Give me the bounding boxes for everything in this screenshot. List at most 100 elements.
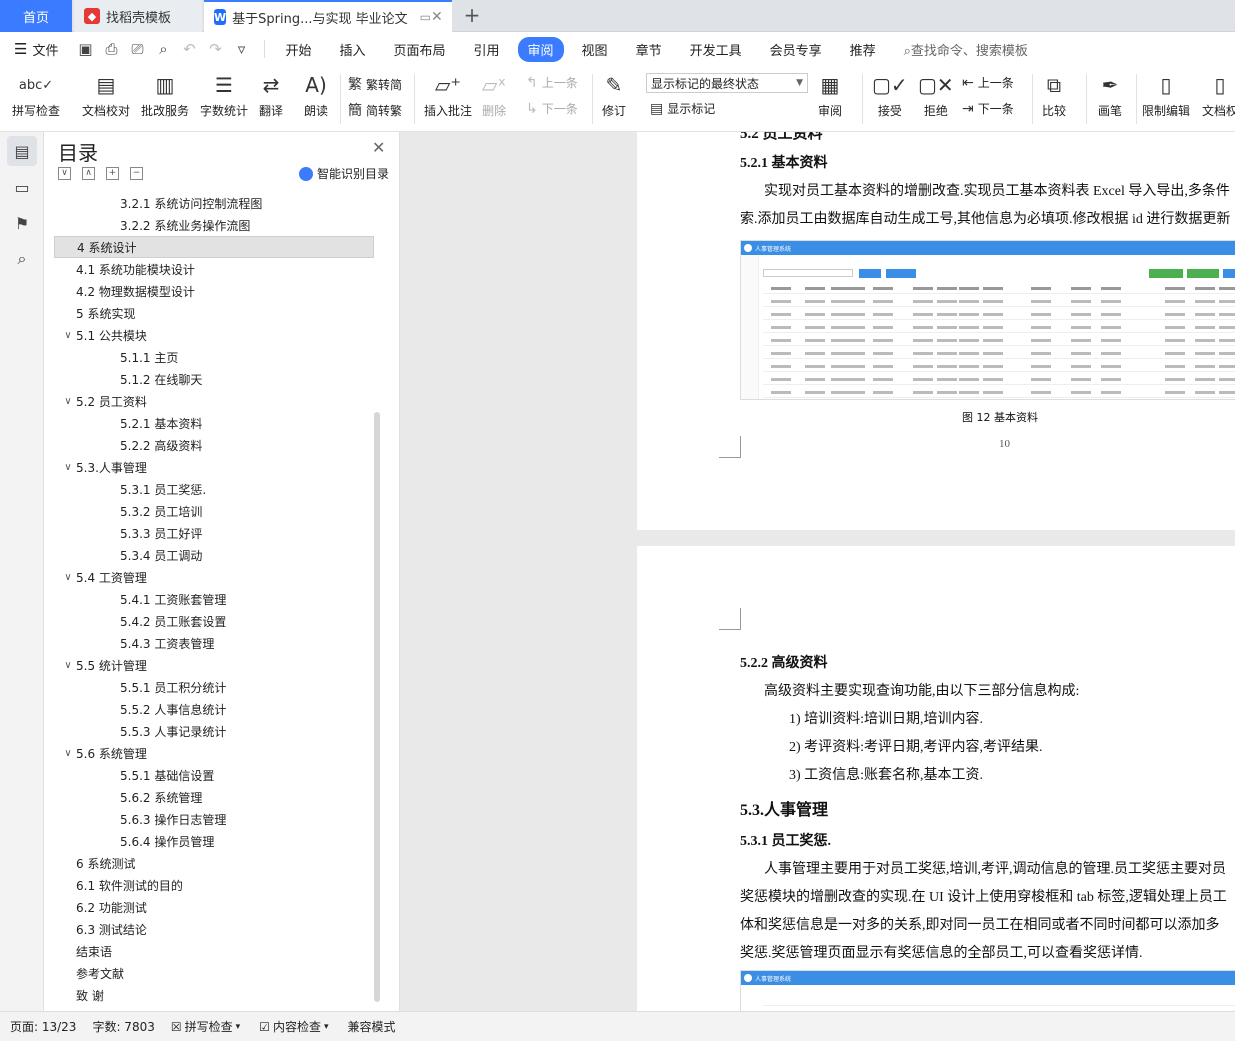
accept-button[interactable]: ▢✓ 接受 [872,70,908,119]
compare-button[interactable]: ⧉ 比较 [1042,70,1066,119]
chapter-nav-icon[interactable]: ▭ [7,172,37,202]
toc-item[interactable]: 5.4.2 员工账套设置 [54,610,374,632]
redo-icon[interactable]: ↷ [206,40,224,58]
document-page[interactable]: 5.2 员工资料 5.2.1 基本资料 实现对员工基本资料的增删改查.实现员工基… [637,132,1235,530]
toc-item[interactable]: 6 系统测试 [54,852,374,874]
to-traditional-button[interactable]: 繁繁转简 [348,74,402,94]
print-preview-icon[interactable]: ⌕ [154,40,172,58]
toc-item[interactable]: ∨ 5.5 统计管理 [54,654,374,676]
menu-home[interactable]: 开始 [275,37,321,62]
word-count-button[interactable]: ☰ 字数统计 [200,70,248,119]
close-icon[interactable]: ✕ [431,9,443,25]
toc-item[interactable]: 致 谢 [54,984,374,1004]
menu-view[interactable]: 视图 [572,37,618,62]
chevron-down-icon[interactable]: ∨ [62,660,74,671]
review-service-button[interactable]: ▥ 批改服务 [141,70,189,119]
toc-item[interactable]: 6.2 功能测试 [54,896,374,918]
toc-item[interactable]: 5 系统实现 [54,302,374,324]
toc-item[interactable]: 4.1 系统功能模块设计 [54,258,374,280]
toc-item[interactable]: 5.6.4 操作员管理 [54,830,374,852]
document-page[interactable]: 5.2.2 高级资料 高级资料主要实现查询功能,由以下三部分信息构成: 1) 培… [637,546,1235,1011]
spellcheck-button[interactable]: abc✓ 拼写检查 [12,70,60,119]
menu-references[interactable]: 引用 [464,37,510,62]
document-canvas[interactable]: 5.2 员工资料 5.2.1 基本资料 实现对员工基本资料的增删改查.实现员工基… [400,132,1235,1011]
ink-button[interactable]: ✒ 画笔 [1098,70,1122,119]
menu-member[interactable]: 会员专享 [760,37,832,62]
chevron-down-icon[interactable]: ∨ [62,396,74,407]
toc-item[interactable]: 5.2.2 高级资料 [54,434,374,456]
markup-state-select[interactable]: 显示标记的最终状态 ▼ [646,73,808,93]
toc-item[interactable]: 5.6.2 系统管理 [54,786,374,808]
export-pdf-icon[interactable]: ⎙ [102,40,120,58]
toc-item[interactable]: ∨ 5.3.人事管理 [54,456,374,478]
toc-item[interactable]: 参考文献 [54,962,374,984]
restrict-edit-button[interactable]: ▯ 限制编辑 [1142,70,1190,119]
toc-item[interactable]: 5.5.2 人事信息统计 [54,698,374,720]
review-pane-button[interactable]: ▦ 审阅 [818,70,842,119]
toc-item[interactable]: 5.5.3 人事记录统计 [54,720,374,742]
prev-comment-button[interactable]: ↰ 上一条 [526,74,578,91]
smart-toc-button[interactable]: 智能识别目录 [299,165,389,182]
toc-item[interactable]: 4.2 物理数据模型设计 [54,280,374,302]
next-comment-button[interactable]: ↳ 下一条 [526,100,578,117]
toc-item[interactable]: 6.3 测试结论 [54,918,374,940]
tab-home[interactable]: 首页 [0,0,72,32]
toc-item[interactable]: 5.3.3 员工好评 [54,522,374,544]
toc-item[interactable]: 3.2.1 系统访问控制流程图 [54,192,374,214]
print-icon[interactable]: ⎚ [128,40,146,58]
collapse-all-icon[interactable]: ∨ [58,167,71,180]
undo-icon[interactable]: ↶ [180,40,198,58]
delete-comment-button[interactable]: ▱ˣ 删除 [482,70,506,119]
toc-item[interactable]: 5.2.1 基本资料 [54,412,374,434]
toc-item[interactable]: 5.6.3 操作日志管理 [54,808,374,830]
menu-review[interactable]: 审阅 [517,36,564,62]
add-heading-icon[interactable]: + [106,167,119,180]
word-count-indicator[interactable]: 字数: 7803 [92,1018,154,1035]
toc-item[interactable]: 5.1.1 主页 [54,346,374,368]
close-icon[interactable]: ✕ [372,138,385,157]
bookmark-icon[interactable]: ⚑ [7,208,37,238]
toc-item[interactable]: 6.1 软件测试的目的 [54,874,374,896]
tab-template[interactable]: ◆ 找稻壳模板 [74,0,202,32]
toc-item[interactable]: ∨ 5.1 公共模块 [54,324,374,346]
next-change-button[interactable]: ⇥ 下一条 [962,100,1014,117]
menu-recommend[interactable]: 推荐 [840,37,886,62]
toc-item[interactable]: 结束语 [54,940,374,962]
spellcheck-status[interactable]: ☒ 拼写检查 ▾ [171,1018,243,1035]
monitor-icon[interactable]: ▭ [420,10,431,24]
toc-item[interactable]: 5.5.1 员工积分统计 [54,676,374,698]
menu-page-layout[interactable]: 页面布局 [384,37,456,62]
chevron-down-icon[interactable]: ∨ [62,462,74,473]
chevron-down-icon[interactable]: ∨ [62,748,74,759]
chevron-down-icon[interactable]: ∨ [62,330,74,341]
menu-section[interactable]: 章节 [626,37,672,62]
save-icon[interactable]: ▣ [76,40,94,58]
remove-heading-icon[interactable]: − [130,167,143,180]
content-check-status[interactable]: ☑ 内容检查 ▾ [259,1018,331,1035]
to-simplified-button[interactable]: 簡简转繁 [348,100,402,120]
toc-item[interactable]: 5.5.1 基础信设置 [54,764,374,786]
quick-access-dropdown-icon[interactable]: ▿ [232,40,250,58]
toc-item[interactable]: 3.2.2 系统业务操作流图 [54,214,374,236]
toc-item[interactable]: ∨ 5.4 工资管理 [54,566,374,588]
insert-comment-button[interactable]: ▱⁺ 插入批注 [424,70,472,119]
toc-item[interactable]: 5.3.4 员工调动 [54,544,374,566]
toc-item[interactable]: 5.1.2 在线聊天 [54,368,374,390]
expand-level-icon[interactable]: ∧ [82,167,95,180]
file-menu[interactable]: ☰ 文件 [0,40,58,59]
translate-button[interactable]: ⇄ 翻译 [259,70,283,119]
toc-scrollbar[interactable] [374,412,380,1002]
menu-insert[interactable]: 插入 [329,37,375,62]
doc-rights-button[interactable]: ▯ 文档权 [1202,70,1235,119]
toc-item[interactable]: 5.4.3 工资表管理 [54,632,374,654]
read-aloud-button[interactable]: A) 朗读 [304,70,328,119]
prev-change-button[interactable]: ⇤ 上一条 [962,74,1014,91]
toc-item[interactable]: ∨ 5.2 员工资料 [54,390,374,412]
doc-proof-button[interactable]: ▤ 文档校对 [82,70,130,119]
command-search[interactable]: ⌕查找命令、搜索模板 [904,40,1028,59]
menu-developer[interactable]: 开发工具 [680,37,752,62]
track-changes-button[interactable]: ✎ 修订 [602,70,626,119]
toc-item[interactable]: 5.3.2 员工培训 [54,500,374,522]
chevron-down-icon[interactable]: ∨ [62,572,74,583]
toc-item[interactable]: ∨ 5.6 系统管理 [54,742,374,764]
